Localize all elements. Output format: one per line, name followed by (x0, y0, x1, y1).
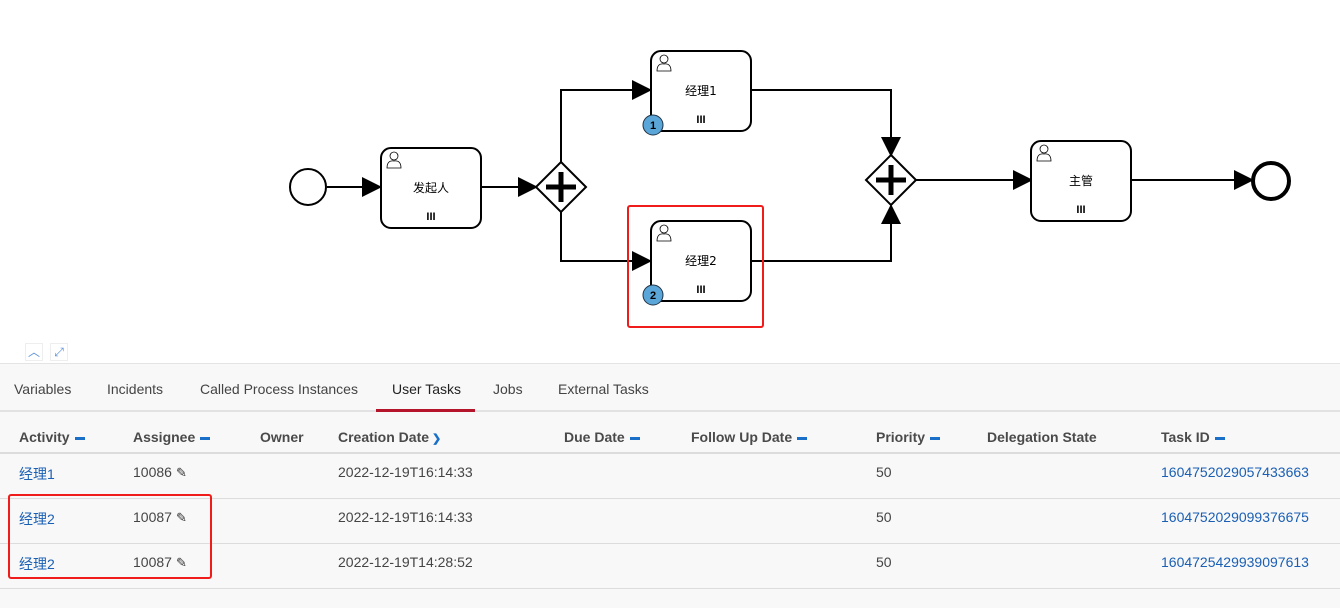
col-activity[interactable]: Activity (19, 429, 85, 445)
col-label: Follow Up Date (691, 429, 793, 445)
col-label: Due Date (564, 429, 625, 445)
col-assignee[interactable]: Assignee (133, 429, 211, 445)
parallel-gateway-join[interactable] (864, 153, 918, 207)
highlight-box-rows (8, 494, 212, 579)
cell-created: 2022-12-19T16:14:33 (338, 509, 473, 525)
tab-incidents[interactable]: Incidents (107, 381, 163, 409)
created-value: 2022-12-19T16:14:33 (338, 464, 473, 480)
col-label: Delegation State (987, 429, 1097, 445)
priority-value: 50 (876, 464, 892, 480)
created-value: 2022-12-19T14:28:52 (338, 554, 473, 570)
col-label: Activity (19, 429, 70, 445)
parallel-gateway-split[interactable] (534, 160, 588, 214)
cell-activity[interactable]: 经理1 (19, 464, 55, 484)
task-label: 主管 (1069, 173, 1093, 188)
sort-none-icon[interactable] (200, 436, 211, 440)
priority-value: 50 (876, 554, 892, 570)
col-task-id[interactable]: Task ID (1161, 429, 1225, 445)
cell-priority: 50 (876, 509, 892, 525)
cell-priority: 50 (876, 554, 892, 570)
table-row: 经理1 10086 ✎ 2022-12-19T16:14:33 50 1604752029… (0, 454, 1340, 499)
task-label: 发起人 (413, 180, 449, 195)
col-label: Owner (260, 429, 304, 445)
task_id-value[interactable]: 1604752029099376675 (1161, 509, 1309, 525)
priority-value: 50 (876, 509, 892, 525)
task_id-value[interactable]: 1604725429939097613 (1161, 554, 1309, 570)
activity-value[interactable]: 经理1 (19, 466, 55, 482)
tab-variables[interactable]: Variables (14, 381, 71, 409)
edit-pencil-icon[interactable]: ✎ (176, 465, 187, 480)
col-label: Task ID (1161, 429, 1210, 445)
user-task[interactable]: 经理1 III 1 (642, 50, 752, 136)
end-event[interactable] (1251, 161, 1291, 201)
cell-created: 2022-12-19T14:28:52 (338, 554, 473, 570)
col-owner: Owner (260, 429, 304, 445)
tab-user-tasks[interactable]: User Tasks (376, 381, 475, 412)
multi-instance-marker: III (696, 114, 705, 126)
cell-assignee: 10086 ✎ (133, 464, 187, 481)
tab-bar: Variables Incidents Called Process Insta… (0, 364, 1340, 412)
badge-count: 1 (650, 120, 656, 132)
cell-task_id[interactable]: 1604752029099376675 (1161, 509, 1309, 525)
sort-none-icon[interactable] (797, 436, 808, 440)
col-label: Priority (876, 429, 926, 445)
tab-called-process-instances[interactable]: Called Process Instances (200, 381, 358, 409)
sort-none-icon[interactable] (74, 436, 85, 440)
task-label: 经理1 (685, 84, 717, 98)
cell-task_id[interactable]: 1604725429939097613 (1161, 554, 1309, 570)
col-label: Creation Date (338, 429, 430, 445)
chevron-up-icon[interactable]: ︿ (25, 343, 43, 361)
start-event[interactable] (289, 168, 327, 206)
tab-jobs[interactable]: Jobs (493, 381, 523, 409)
tab-external-tasks[interactable]: External Tasks (558, 381, 649, 409)
cell-created: 2022-12-19T16:14:33 (338, 464, 473, 480)
assignee-value: 10086 (133, 464, 172, 480)
instance-count-badge[interactable]: 1 (642, 114, 664, 136)
col-priority[interactable]: Priority (876, 429, 941, 445)
col-label: Assignee (133, 429, 196, 445)
user-task[interactable]: 主管 III (1030, 140, 1132, 222)
sort-none-icon[interactable] (930, 436, 941, 440)
sort-none-icon[interactable] (1214, 436, 1225, 440)
task_id-value[interactable]: 1604752029057433663 (1161, 464, 1309, 480)
multi-instance-marker: III (1076, 204, 1085, 216)
col-delegation-state: Delegation State (987, 429, 1097, 445)
user-task[interactable]: 发起人 III (380, 147, 482, 229)
cell-task_id[interactable]: 1604752029057433663 (1161, 464, 1309, 480)
fullscreen-icon[interactable]: ⤢ (50, 343, 68, 361)
col-creation-date[interactable]: Creation Date ❯ (338, 429, 441, 445)
highlight-box-task (627, 205, 764, 328)
cell-priority: 50 (876, 464, 892, 480)
created-value: 2022-12-19T16:14:33 (338, 509, 473, 525)
col-follow-up-date[interactable]: Follow Up Date (691, 429, 808, 445)
sort-none-icon[interactable] (629, 436, 640, 440)
multi-instance-marker: III (426, 211, 435, 223)
sort-desc-icon[interactable]: ❯ (432, 433, 441, 445)
col-due-date[interactable]: Due Date (564, 429, 640, 445)
